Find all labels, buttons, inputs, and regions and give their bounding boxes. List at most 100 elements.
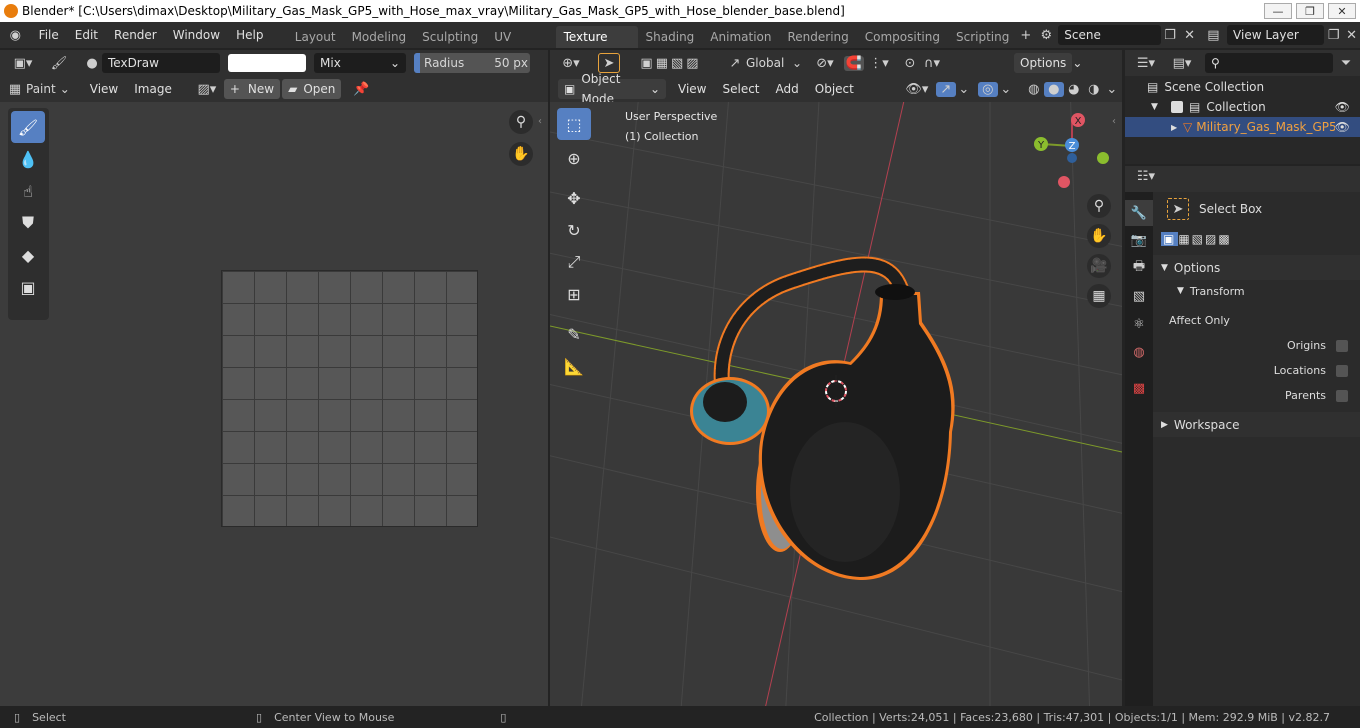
chevron-right-icon[interactable]: ▶ xyxy=(1171,123,1183,132)
select-box-icon[interactable]: ⬚ xyxy=(557,108,591,140)
zoom-icon[interactable]: ⚲ xyxy=(509,110,533,134)
material-shading-icon[interactable]: ◕ xyxy=(1064,82,1084,97)
outliner-object[interactable]: ▶ ▽ Military_Gas_Mask_GP5_ 👁 xyxy=(1125,117,1360,137)
navigation-gizmo[interactable]: X Y Z xyxy=(1028,108,1118,198)
cursor-tool-icon[interactable]: ⊕ xyxy=(557,142,591,174)
zoom-icon[interactable]: ⚲ xyxy=(1087,194,1111,218)
tab-shading[interactable]: Shading xyxy=(638,26,703,48)
tool-tab-icon[interactable]: 🔧 xyxy=(1125,200,1153,226)
chevron-down-icon[interactable]: ⌄ xyxy=(956,82,972,97)
fill-icon[interactable]: ◆ xyxy=(11,239,45,271)
draw-brush-icon[interactable]: 🖌 xyxy=(11,111,45,143)
menu-view[interactable]: View xyxy=(82,79,126,99)
origins-row[interactable]: Origins xyxy=(1153,333,1360,358)
chevron-down-icon[interactable]: ▼ xyxy=(1151,102,1165,112)
eye-icon[interactable]: 👁 xyxy=(1335,100,1350,114)
uv-image-grid[interactable] xyxy=(221,270,478,527)
collection-checkbox[interactable] xyxy=(1171,101,1183,113)
tab-scripting[interactable]: Scripting xyxy=(948,26,1017,48)
menu-object[interactable]: Object xyxy=(807,79,862,99)
world-tab-icon[interactable]: ◍ xyxy=(1125,338,1153,366)
outliner-search-input[interactable]: ⚲ xyxy=(1205,53,1333,73)
menu-help[interactable]: Help xyxy=(228,22,271,48)
chevron-down-icon[interactable]: ⌄ xyxy=(998,82,1014,97)
chevron-down-icon[interactable]: ⌄ xyxy=(1104,82,1120,97)
display-mode-icon[interactable]: ▤▾ xyxy=(1167,56,1197,71)
scene-tab-icon[interactable]: ⚛ xyxy=(1125,310,1153,338)
collapse-arrow-icon[interactable]: ‹ xyxy=(538,116,548,130)
ortho-toggle-icon[interactable]: ▦ xyxy=(1087,284,1111,308)
editor-type-icon[interactable]: ☷▾ xyxy=(1133,169,1159,184)
menu-image[interactable]: Image xyxy=(126,79,180,99)
maximize-button[interactable]: ❐ xyxy=(1296,3,1324,19)
pan-hand-icon[interactable]: ✋ xyxy=(509,142,533,166)
image-editor-canvas[interactable]: 🖌 💧 ☝ ⛊ ◆ ▣ ⚲ ✋ xyxy=(0,102,548,706)
parents-checkbox[interactable] xyxy=(1336,389,1348,402)
view-layer-field[interactable]: View Layer xyxy=(1227,25,1325,45)
close-button[interactable]: ✕ xyxy=(1328,3,1356,19)
object-mode-dropdown[interactable]: ▣ Object Mode ⌄ xyxy=(558,72,666,106)
overlays-icon[interactable]: ◎ xyxy=(977,81,998,97)
measure-icon[interactable]: 📐 xyxy=(557,350,591,382)
options-dropdown[interactable]: Options ⌄ xyxy=(1014,53,1082,73)
minimize-button[interactable]: — xyxy=(1264,3,1292,19)
brush-icon[interactable]: 🖌 xyxy=(44,56,74,71)
tab-uv-editing[interactable]: UV Editing xyxy=(486,26,555,66)
origins-checkbox[interactable] xyxy=(1336,339,1348,352)
eye-icon[interactable]: 👁 xyxy=(1335,120,1350,134)
tab-modeling[interactable]: Modeling xyxy=(344,26,415,48)
add-workspace-icon[interactable]: + xyxy=(1017,28,1034,43)
menu-edit[interactable]: Edit xyxy=(67,22,106,48)
new-scene-icon[interactable]: ❐ xyxy=(1161,28,1180,43)
editor-type-icon[interactable]: ☰▾ xyxy=(1133,56,1159,71)
tab-compositing[interactable]: Compositing xyxy=(857,26,948,48)
remove-view-layer-icon[interactable]: ✕ xyxy=(1343,28,1360,43)
soften-icon[interactable]: 💧 xyxy=(11,143,45,175)
render-tab-icon[interactable]: 📷 xyxy=(1125,226,1153,254)
parents-row[interactable]: Parents xyxy=(1153,383,1360,408)
brush-color-swatch[interactable] xyxy=(228,54,306,72)
output-tab-icon[interactable]: 🖶 xyxy=(1125,254,1153,282)
tab-texture-paint[interactable]: Texture Paint xyxy=(555,26,638,66)
scale-icon[interactable]: ⤢ xyxy=(557,246,591,278)
menu-file[interactable]: File xyxy=(31,22,67,48)
paint-mode-dropdown[interactable]: Paint ⌄ xyxy=(22,82,74,96)
view-layer-tab-icon[interactable]: ▧ xyxy=(1125,282,1153,310)
outliner-scene-collection[interactable]: ▤ Scene Collection xyxy=(1125,77,1360,97)
menu-render[interactable]: Render xyxy=(106,22,165,48)
transform-subpanel-header[interactable]: ▼ Transform xyxy=(1153,280,1360,302)
gizmo-icon[interactable]: ↗ xyxy=(935,81,956,97)
pivot-point-icon[interactable]: ⊘▾ xyxy=(810,56,840,71)
active-tool-row[interactable]: ➤ Select Box xyxy=(1153,192,1360,226)
texture-tab-icon[interactable]: ▩ xyxy=(1125,374,1153,402)
blender-menu-icon[interactable]: ◉ xyxy=(0,28,31,43)
outliner-collection[interactable]: ▼ ▤ Collection 👁 xyxy=(1125,97,1360,117)
new-image-button[interactable]: + New xyxy=(223,79,281,99)
rendered-shading-icon[interactable]: ◑ xyxy=(1084,82,1104,97)
proportional-edit-icon[interactable]: ⊙ xyxy=(900,56,920,71)
tab-rendering[interactable]: Rendering xyxy=(779,26,856,48)
annotate-icon[interactable]: ✎ xyxy=(557,318,591,350)
locations-checkbox[interactable] xyxy=(1336,364,1348,377)
pin-icon[interactable]: 📌 xyxy=(351,82,371,97)
selection-mode-icons[interactable]: ▣ ▦▧▨▩ xyxy=(1153,226,1360,251)
tab-sculpting[interactable]: Sculpting xyxy=(414,26,486,48)
camera-view-icon[interactable]: 🎥 xyxy=(1087,254,1111,278)
snap-icon[interactable]: 🧲 xyxy=(844,55,864,71)
locations-row[interactable]: Locations xyxy=(1153,358,1360,383)
clone-icon[interactable]: ⛊ xyxy=(11,207,45,239)
brush-name-field[interactable]: TexDraw xyxy=(102,53,220,73)
tab-animation[interactable]: Animation xyxy=(702,26,779,48)
radius-slider[interactable]: Radius 50 px xyxy=(414,53,530,73)
falloff-icon[interactable]: ∩▾ xyxy=(920,56,944,71)
editor-type-icon[interactable]: ▣▾ xyxy=(8,56,38,71)
new-view-layer-icon[interactable]: ❐ xyxy=(1324,28,1343,43)
smear-icon[interactable]: ☝ xyxy=(11,175,45,207)
menu-select[interactable]: Select xyxy=(714,79,767,99)
image-browse-icon[interactable]: ▨▾ xyxy=(192,82,222,97)
scene-field[interactable]: Scene xyxy=(1058,25,1161,45)
view-layer-icon[interactable]: ▤ xyxy=(1200,28,1227,43)
options-panel-header[interactable]: ▼ Options xyxy=(1153,255,1360,280)
wireframe-shading-icon[interactable]: ◍ xyxy=(1024,82,1044,97)
open-image-button[interactable]: ▰ Open xyxy=(282,79,342,99)
